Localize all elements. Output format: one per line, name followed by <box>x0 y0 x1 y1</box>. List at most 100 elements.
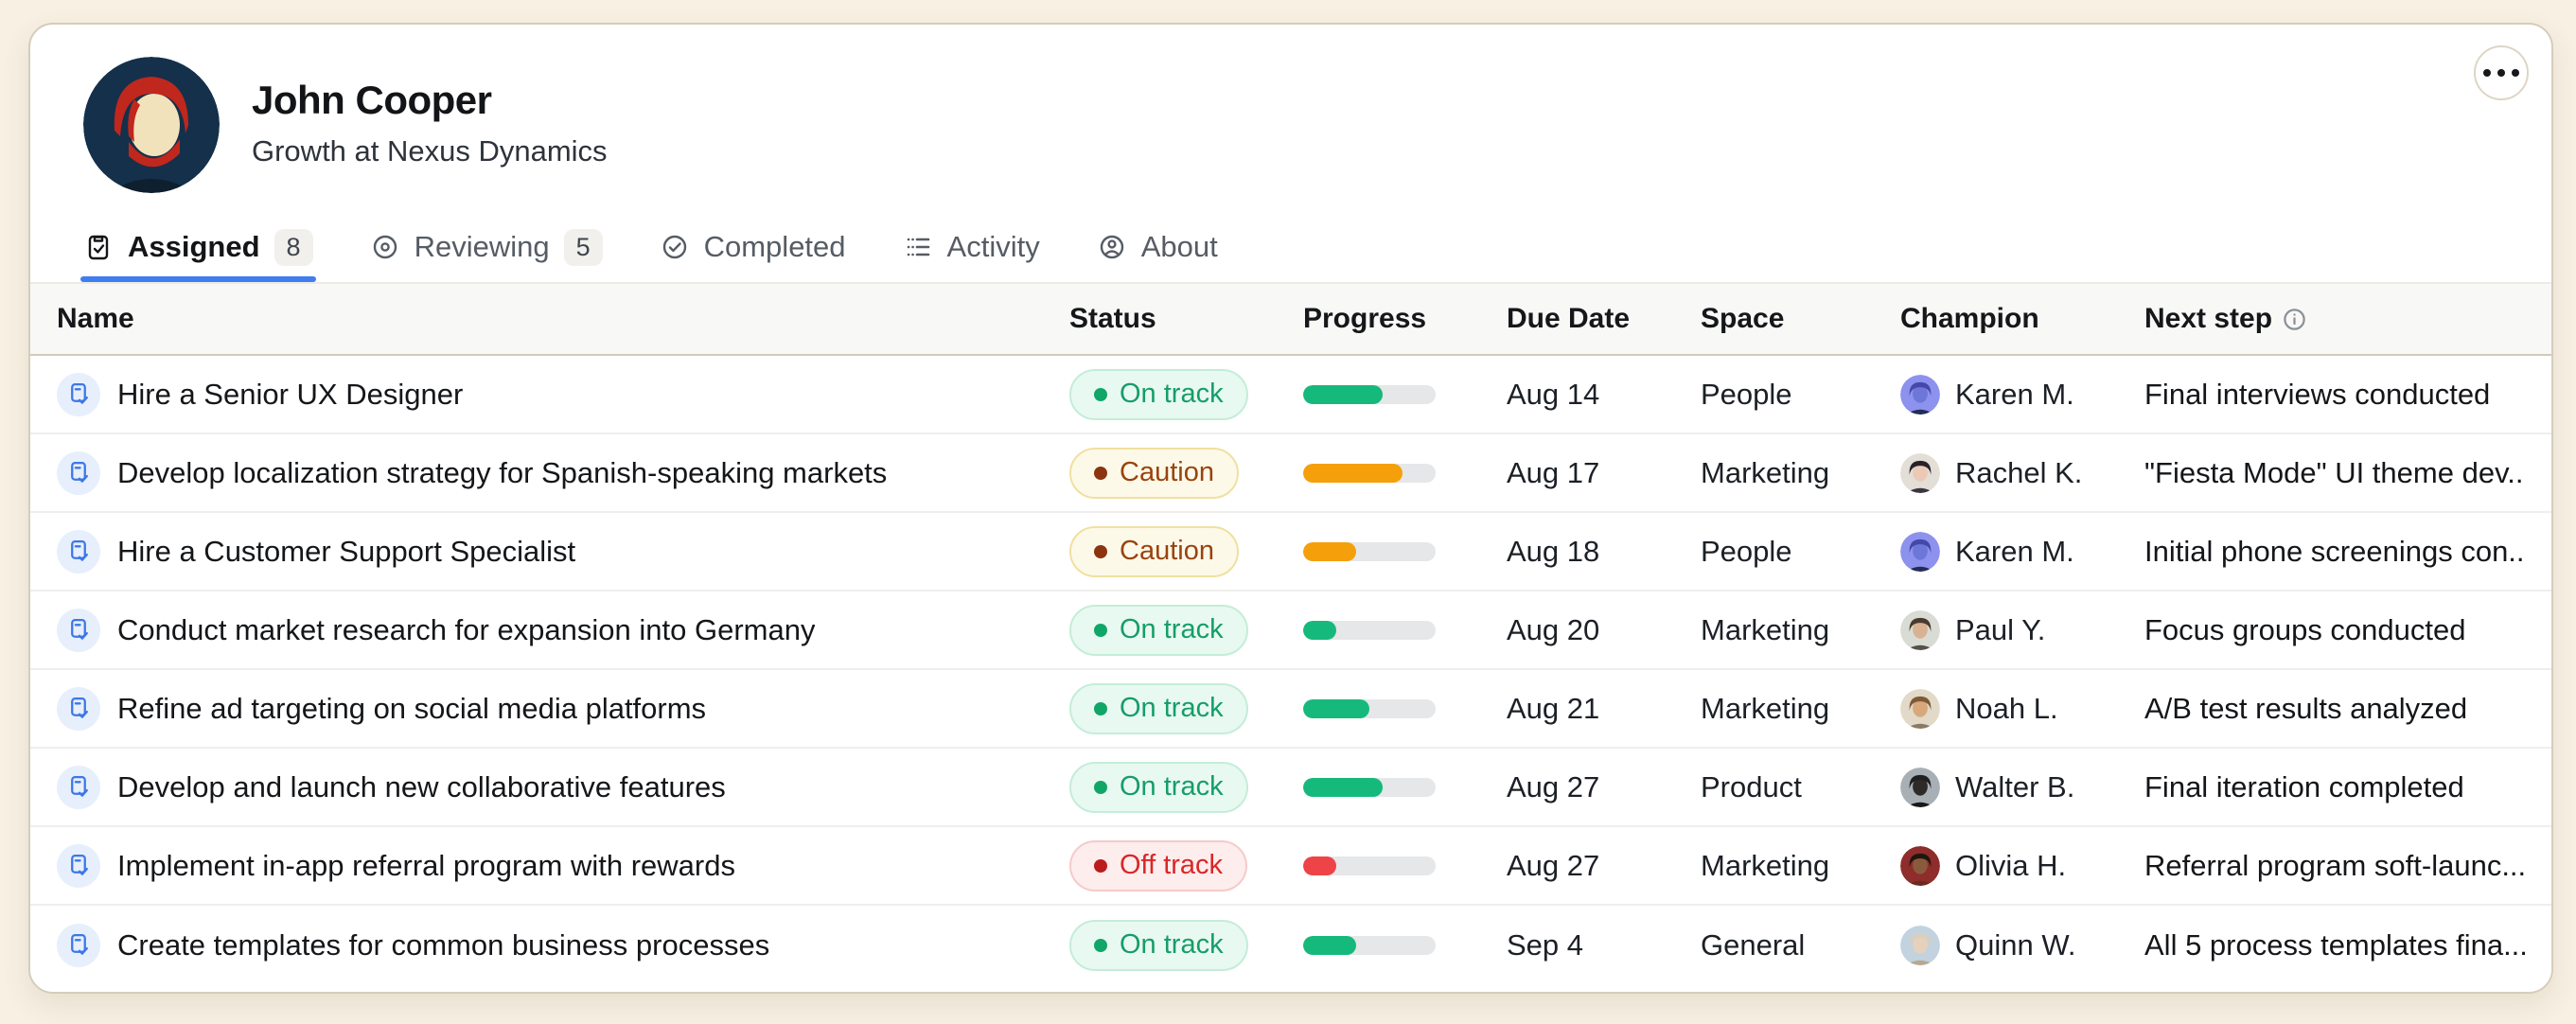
profile-info: John Cooper Growth at Nexus Dynamics <box>252 57 608 168</box>
tab-label: Reviewing <box>415 230 550 264</box>
task-icon <box>57 609 100 652</box>
champion: Rachel K. <box>1900 453 2144 493</box>
tab-label: About <box>1141 230 1218 264</box>
next-step: Initial phone screenings con... <box>2144 535 2525 569</box>
next-step: Focus groups conducted <box>2144 613 2525 647</box>
profile-avatar <box>83 57 220 193</box>
champion-avatar <box>1900 768 1940 807</box>
task-name[interactable]: Create templates for common business pro… <box>117 928 769 962</box>
task-name[interactable]: Hire a Customer Support Specialist <box>117 535 575 569</box>
table-header: Name Status Progress Due Date Space Cham… <box>30 282 2551 356</box>
champion: Paul Y. <box>1900 610 2144 650</box>
progress-bar <box>1303 936 1436 955</box>
info-icon[interactable] <box>2282 307 2307 332</box>
tab-count-badge: 8 <box>274 229 313 266</box>
status-badge[interactable]: Caution <box>1069 448 1239 499</box>
task-icon <box>57 451 100 495</box>
status-badge[interactable]: On track <box>1069 683 1248 734</box>
due-date: Aug 27 <box>1507 770 1701 804</box>
column-header-champion: Champion <box>1900 303 2144 335</box>
status-badge[interactable]: On track <box>1069 369 1248 420</box>
champion-avatar <box>1900 610 1940 650</box>
table-row[interactable]: Hire a Senior UX Designer On track Aug 1… <box>30 356 2551 434</box>
champion: Walter B. <box>1900 768 2144 807</box>
table-row[interactable]: Conduct market research for expansion in… <box>30 591 2551 670</box>
space: Marketing <box>1701 613 1900 647</box>
champion-name: Rachel K. <box>1955 456 2082 490</box>
status-badge[interactable]: Caution <box>1069 526 1239 577</box>
column-header-name: Name <box>57 303 1069 335</box>
next-step: All 5 process templates fina... <box>2144 928 2525 962</box>
more-menu-button[interactable] <box>2474 45 2529 100</box>
profile-card: John Cooper Growth at Nexus Dynamics Ass… <box>28 23 2553 994</box>
column-header-space: Space <box>1701 303 1900 335</box>
tab-about[interactable]: About <box>1097 212 1218 282</box>
champion: Olivia H. <box>1900 846 2144 886</box>
table-row[interactable]: Create templates for common business pro… <box>30 906 2551 984</box>
check-circle-icon <box>660 232 690 262</box>
due-date: Aug 20 <box>1507 613 1701 647</box>
tab-label: Assigned <box>128 230 260 264</box>
champion: Karen M. <box>1900 375 2144 415</box>
tab-assigned[interactable]: Assigned 8 <box>83 212 313 282</box>
status-badge[interactable]: On track <box>1069 920 1248 971</box>
space: People <box>1701 535 1900 569</box>
task-icon <box>57 530 100 574</box>
status-dot <box>1094 781 1107 794</box>
champion-name: Walter B. <box>1955 770 2074 804</box>
column-header-status: Status <box>1069 303 1303 335</box>
table-row[interactable]: Develop and launch new collaborative fea… <box>30 749 2551 827</box>
column-header-next-step: Next step <box>2144 303 2525 335</box>
due-date: Aug 14 <box>1507 378 1701 412</box>
tab-bar: Assigned 8 Reviewing 5 Completed Activit… <box>30 212 2551 282</box>
due-date: Aug 27 <box>1507 849 1701 883</box>
tab-label: Completed <box>704 230 846 264</box>
task-icon <box>57 844 100 888</box>
champion-avatar <box>1900 453 1940 493</box>
space: General <box>1701 928 1900 962</box>
tab-count-badge: 5 <box>564 229 603 266</box>
due-date: Aug 17 <box>1507 456 1701 490</box>
space: People <box>1701 378 1900 412</box>
tab-activity[interactable]: Activity <box>903 212 1040 282</box>
status-badge[interactable]: Off track <box>1069 840 1247 892</box>
table-body: Hire a Senior UX Designer On track Aug 1… <box>30 356 2551 984</box>
champion-avatar <box>1900 375 1940 415</box>
champion: Karen M. <box>1900 532 2144 572</box>
table-row[interactable]: Implement in-app referral program with r… <box>30 827 2551 906</box>
task-name[interactable]: Develop localization strategy for Spanis… <box>117 456 887 490</box>
task-name[interactable]: Develop and launch new collaborative fea… <box>117 770 726 804</box>
status-badge[interactable]: On track <box>1069 762 1248 813</box>
task-name[interactable]: Conduct market research for expansion in… <box>117 613 815 647</box>
tab-completed[interactable]: Completed <box>660 212 846 282</box>
next-step: Final interviews conducted <box>2144 378 2525 412</box>
progress-bar <box>1303 385 1436 404</box>
progress-bar <box>1303 621 1436 640</box>
task-icon <box>57 373 100 416</box>
person-circle-icon <box>1097 232 1127 262</box>
champion-name: Noah L. <box>1955 692 2058 726</box>
next-step: A/B test results analyzed <box>2144 692 2525 726</box>
task-icon <box>57 687 100 731</box>
column-header-due-date: Due Date <box>1507 303 1701 335</box>
due-date: Sep 4 <box>1507 928 1701 962</box>
champion-avatar <box>1900 532 1940 572</box>
table-row[interactable]: Develop localization strategy for Spanis… <box>30 434 2551 513</box>
champion-name: Karen M. <box>1955 378 2074 412</box>
avatar-image <box>83 57 220 193</box>
status-dot <box>1094 702 1107 715</box>
progress-bar <box>1303 778 1436 797</box>
status-dot <box>1094 545 1107 558</box>
champion: Quinn W. <box>1900 926 2144 965</box>
task-name[interactable]: Refine ad targeting on social media plat… <box>117 692 706 726</box>
task-name[interactable]: Hire a Senior UX Designer <box>117 378 463 412</box>
next-step: Referral program soft-launc... <box>2144 849 2525 883</box>
tab-reviewing[interactable]: Reviewing 5 <box>370 212 603 282</box>
progress-bar <box>1303 856 1436 875</box>
table-row[interactable]: Refine ad targeting on social media plat… <box>30 670 2551 749</box>
profile-header: John Cooper Growth at Nexus Dynamics <box>30 25 2551 193</box>
task-name[interactable]: Implement in-app referral program with r… <box>117 849 735 883</box>
space: Marketing <box>1701 692 1900 726</box>
status-badge[interactable]: On track <box>1069 605 1248 656</box>
table-row[interactable]: Hire a Customer Support Specialist Cauti… <box>30 513 2551 591</box>
